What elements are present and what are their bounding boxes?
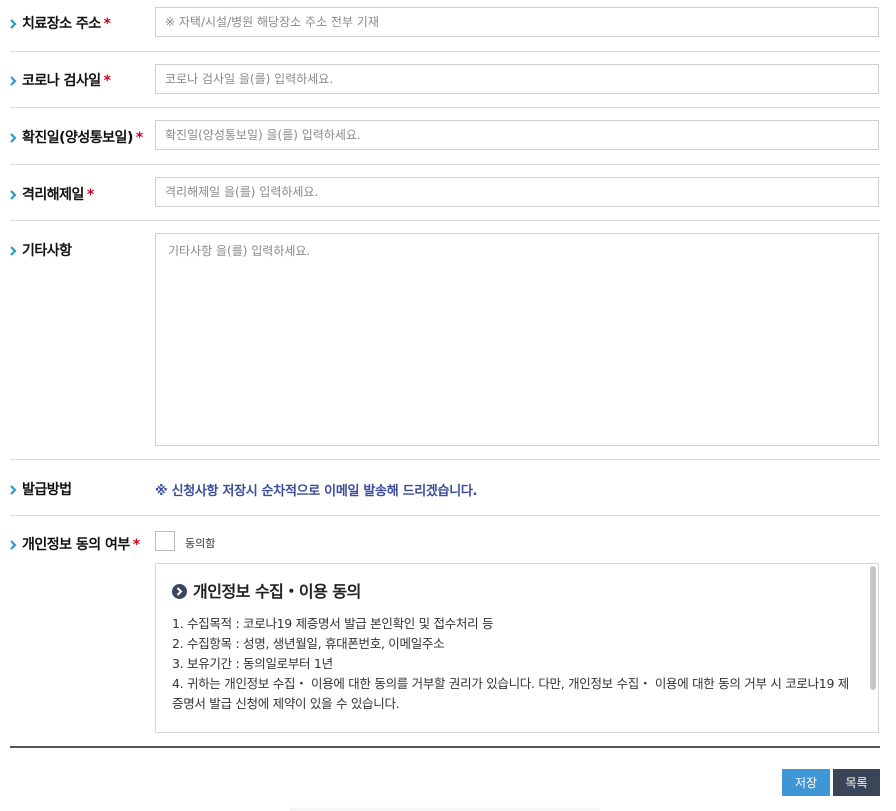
notes-textarea[interactable]: [155, 233, 879, 446]
release-date-input[interactable]: [155, 177, 879, 207]
consent-checkbox-label[interactable]: 동의함: [185, 535, 215, 551]
label-text: 개인정보 동의 여부: [22, 537, 130, 553]
chevron-right-icon: [10, 485, 17, 495]
label-text: 치료장소 주소: [22, 16, 101, 32]
confirm-date-input[interactable]: [155, 120, 879, 150]
required-mark: *: [103, 16, 111, 32]
privacy-line: 3. 보유기간 : 동의일로부터 1년: [172, 656, 333, 671]
form-row-notes: 기타사항: [10, 221, 880, 460]
label-text: 코로나 검사일: [22, 73, 101, 89]
label-text: 발급방법: [22, 482, 72, 498]
treatment-address-input[interactable]: [155, 7, 879, 37]
privacy-line: 4. 귀하는 개인정보 수집・ 이용에 대한 동의를 거부할 권리가 있습니다.…: [172, 676, 849, 711]
field-label-issue-method: 발급방법: [10, 479, 72, 499]
privacy-title-text: 개인정보 수집・이용 동의: [193, 582, 361, 601]
test-date-input[interactable]: [155, 64, 879, 94]
form-bottom-divider: [10, 746, 880, 748]
form-row-issue-method: 발급방법 ※ 신청사항 저장시 순차적으로 이메일 발송해 드리겠습니다.: [10, 460, 880, 516]
consent-checkbox[interactable]: [155, 531, 175, 551]
required-mark: *: [86, 187, 94, 203]
required-mark: *: [132, 537, 140, 553]
field-label-confirm-date: 확진일(양성통보일) *: [10, 127, 143, 147]
label-text: 기타사항: [22, 243, 72, 259]
bottom-shadow: [290, 806, 600, 811]
field-label-treatment-address: 치료장소 주소 *: [10, 13, 111, 33]
chevron-right-icon: [10, 246, 17, 256]
form-row-treatment-address: 치료장소 주소 *: [10, 0, 880, 52]
label-text: 확진일(양성통보일): [22, 130, 133, 146]
circle-chevron-right-icon: [172, 584, 187, 599]
privacy-notice-title: 개인정보 수집・이용 동의: [172, 578, 361, 602]
privacy-notice-body: 1. 수집목적 : 코로나19 제증명서 발급 본인확인 및 접수처리 등 2.…: [172, 614, 852, 714]
field-label-release-date: 격리해제일 *: [10, 184, 94, 204]
field-label-privacy-consent: 개인정보 동의 여부 *: [10, 534, 140, 554]
chevron-right-icon: [10, 190, 17, 200]
chevron-right-icon: [10, 19, 17, 29]
privacy-line: 2. 수집항목 : 성명, 생년월일, 휴대폰번호, 이메일주소: [172, 636, 445, 651]
chevron-right-icon: [10, 133, 17, 143]
issue-method-notice: ※ 신청사항 저장시 순차적으로 이메일 발송해 드리겠습니다.: [155, 484, 478, 499]
privacy-scrollbar[interactable]: [868, 564, 878, 732]
field-label-test-date: 코로나 검사일 *: [10, 70, 111, 90]
form-row-test-date: 코로나 검사일 *: [10, 52, 880, 108]
privacy-notice-box: 개인정보 수집・이용 동의 1. 수집목적 : 코로나19 제증명서 발급 본인…: [155, 563, 879, 733]
list-button[interactable]: 목록: [833, 769, 880, 796]
chevron-right-icon: [10, 76, 17, 86]
label-text: 격리해제일: [22, 187, 84, 203]
required-mark: *: [135, 130, 143, 146]
form-row-confirm-date: 확진일(양성통보일) *: [10, 108, 880, 165]
form-row-release-date: 격리해제일 *: [10, 165, 880, 221]
scrollbar-thumb[interactable]: [870, 566, 876, 690]
privacy-line: 1. 수집목적 : 코로나19 제증명서 발급 본인확인 및 접수처리 등: [172, 616, 494, 631]
save-button[interactable]: 저장: [782, 769, 830, 796]
form-row-privacy-consent: 개인정보 동의 여부 * 동의함 개인정보 수집・이용 동의 1. 수집목적 : …: [10, 531, 880, 736]
chevron-right-icon: [10, 540, 17, 550]
field-label-notes: 기타사항: [10, 240, 72, 260]
required-mark: *: [103, 73, 111, 89]
